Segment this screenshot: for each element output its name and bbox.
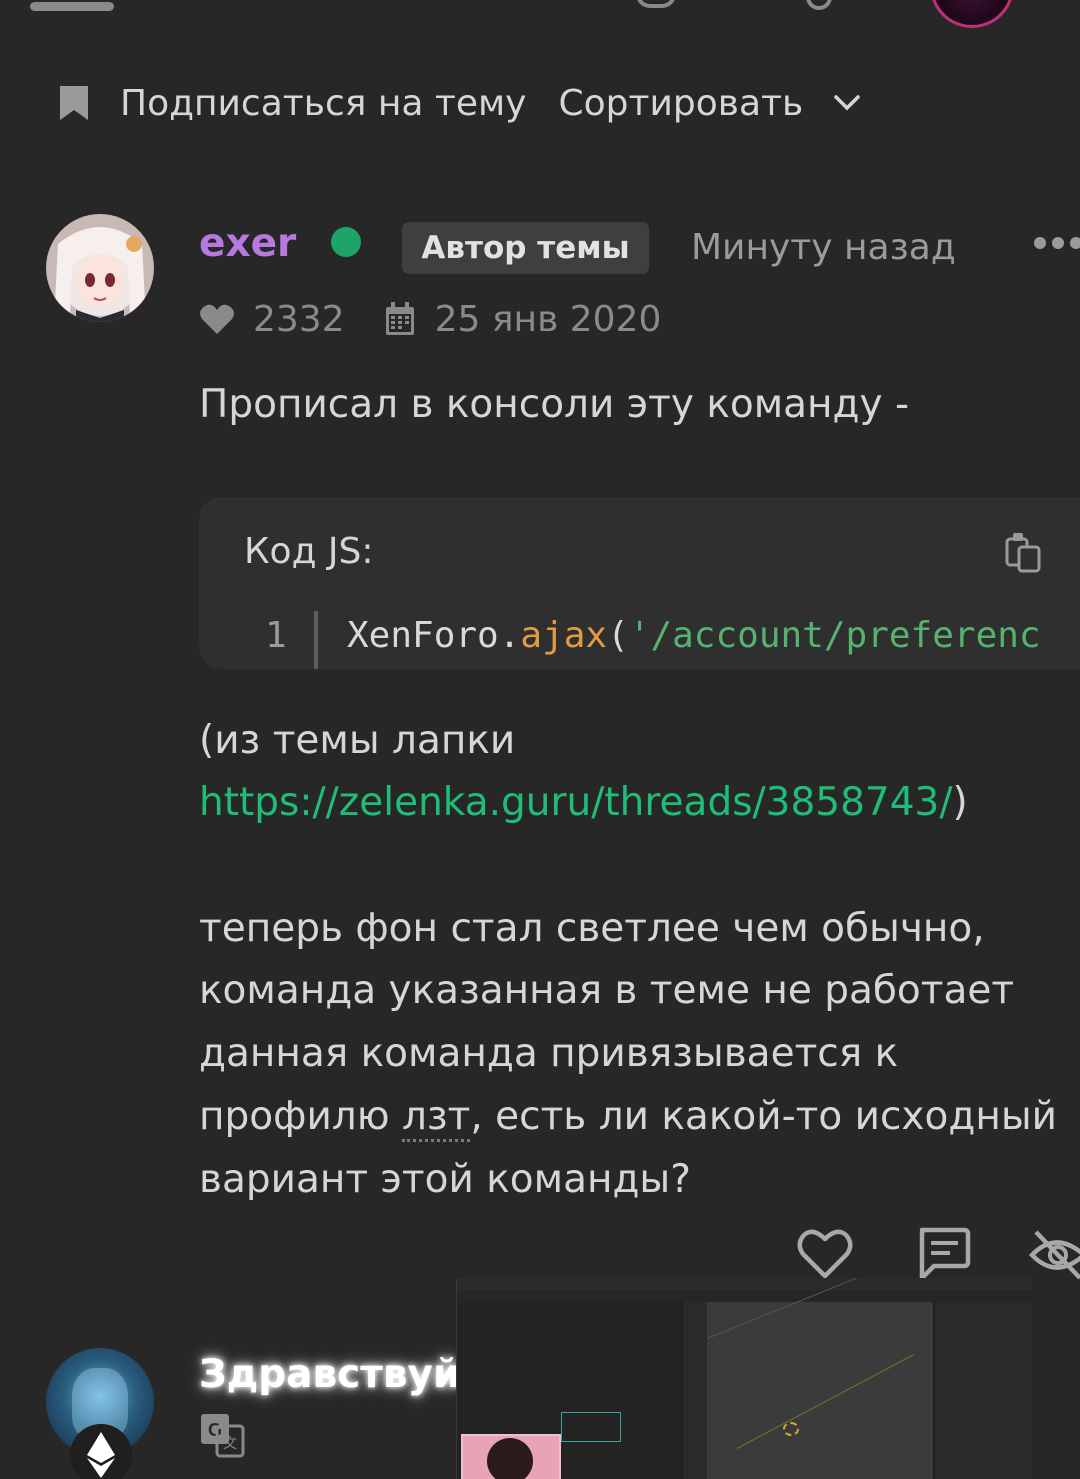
calendar-icon bbox=[385, 302, 414, 335]
post-text-line: теперь фон стал светлее чем обычно, bbox=[199, 906, 985, 951]
registration-date: 25 янв 2020 bbox=[434, 298, 662, 340]
post-text-line: профилю лзт, есть ли какой-то исходный bbox=[199, 1086, 1057, 1148]
author-badge: Автор темы bbox=[402, 222, 649, 274]
code-line-number: 1 bbox=[265, 615, 287, 656]
post-text: Здравствуйт bbox=[199, 1352, 483, 1397]
sort-button[interactable]: Сортировать bbox=[558, 83, 803, 124]
top-navigation bbox=[0, 0, 1080, 30]
text-fragment: , есть ли какой-то исходный bbox=[470, 1094, 1057, 1139]
post-text-line: команда указанная в теме не работает bbox=[199, 968, 1015, 1013]
embedded-screenshot[interactable] bbox=[456, 1278, 1032, 1479]
abbreviation[interactable]: лзт bbox=[401, 1094, 471, 1142]
post-text-line: вариант этой команды? bbox=[199, 1157, 691, 1202]
code-title: Код JS: bbox=[244, 531, 374, 572]
code-line: XenForo.ajax('/account/preferenc bbox=[347, 615, 1041, 656]
thread-actions: Подписаться на тему Сортировать bbox=[58, 78, 861, 128]
code-token-paren: ( bbox=[607, 615, 629, 656]
subscribe-button[interactable]: Подписаться на тему bbox=[120, 83, 526, 124]
user-stats: 2332 25 янв 2020 bbox=[199, 296, 661, 342]
copy-icon[interactable] bbox=[1005, 533, 1043, 573]
like-icon[interactable] bbox=[796, 1226, 854, 1280]
code-token-string: '/account/preferenc bbox=[628, 615, 1041, 656]
text-fragment: профилю bbox=[199, 1094, 402, 1139]
messages-icon[interactable] bbox=[636, 0, 676, 8]
notifications-icon[interactable] bbox=[806, 0, 832, 10]
more-icon[interactable] bbox=[1034, 234, 1080, 249]
code-block: Код JS: 1 XenForo.ajax('/account/prefere… bbox=[199, 497, 1080, 669]
thread-page: Подписаться на тему Сортировать exer Авт… bbox=[0, 0, 1080, 1479]
avatar[interactable] bbox=[46, 214, 154, 322]
user-avatar[interactable] bbox=[930, 0, 1014, 28]
svg-text:文: 文 bbox=[223, 1436, 237, 1452]
heart-icon bbox=[200, 304, 234, 334]
hide-icon[interactable] bbox=[1028, 1228, 1080, 1282]
post-text-line: https://zelenka.guru/threads/3858743/) bbox=[199, 772, 968, 834]
post-text-line: данная команда привязывается к bbox=[199, 1031, 899, 1076]
code-token-function: ajax bbox=[520, 615, 608, 656]
bookmark-icon[interactable] bbox=[58, 84, 90, 122]
menu-handle[interactable] bbox=[30, 2, 114, 11]
online-status-icon bbox=[331, 227, 361, 257]
svg-text:G: G bbox=[208, 1420, 222, 1440]
paren-close: ) bbox=[952, 780, 968, 825]
reply-icon[interactable] bbox=[914, 1226, 972, 1284]
likes-count: 2332 bbox=[253, 298, 345, 340]
post-text-line: (из темы лапки bbox=[199, 718, 516, 763]
ethereum-icon bbox=[70, 1424, 132, 1479]
post-text-line: Прописал в консоли эту команду - bbox=[199, 382, 910, 427]
thread-link[interactable]: https://zelenka.guru/threads/3858743/ bbox=[199, 780, 953, 825]
chevron-down-icon[interactable] bbox=[833, 94, 861, 112]
code-gutter bbox=[314, 611, 318, 669]
translate-icon[interactable]: G 文 bbox=[199, 1412, 245, 1458]
username-link[interactable]: exer bbox=[199, 218, 296, 270]
post-time[interactable]: Минуту назад bbox=[691, 222, 956, 274]
post-actions bbox=[0, 1222, 1080, 1286]
code-token-object: XenForo. bbox=[347, 615, 521, 656]
